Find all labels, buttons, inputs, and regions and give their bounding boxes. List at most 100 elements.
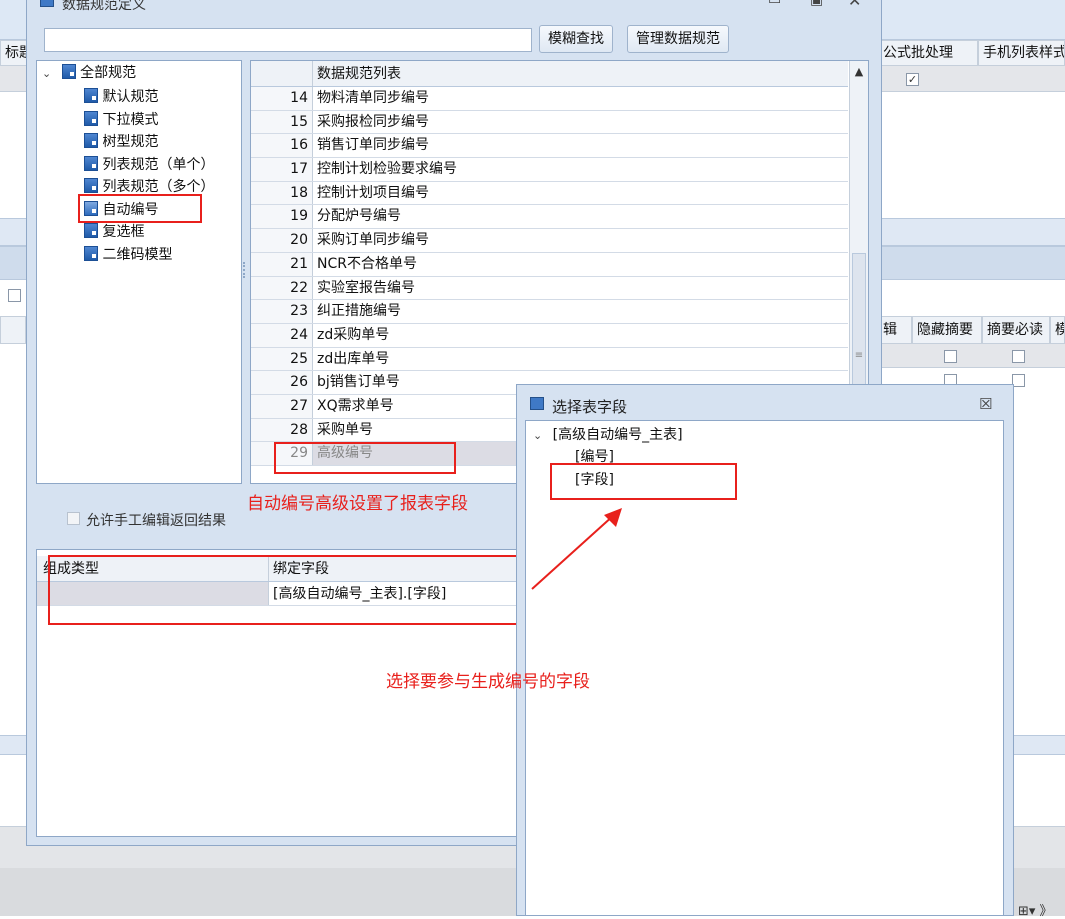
- spec-list-row[interactable]: 25 zd出库单号: [251, 347, 848, 372]
- bg-col-header: [0, 316, 26, 344]
- spec-icon: [84, 110, 98, 126]
- manage-spec-button[interactable]: 管理数据规范: [627, 25, 729, 53]
- spec-name: 销售订单同步编号: [317, 137, 429, 154]
- spec-icon: [84, 223, 98, 238]
- tree-item-tree[interactable]: 树型规范: [84, 131, 214, 154]
- highlight-bind-field: [48, 555, 518, 625]
- row-number: 21: [251, 252, 313, 276]
- spec-name: bj销售订单号: [317, 374, 400, 391]
- tree-item-checkbox[interactable]: 复选框: [84, 221, 214, 244]
- row-number: 24: [251, 323, 313, 347]
- grip-icon: ≡: [854, 350, 864, 361]
- spec-name: 采购报检同步编号: [317, 113, 429, 130]
- popup-app-icon: [530, 397, 544, 410]
- bg-checkbox[interactable]: [1012, 350, 1025, 363]
- row-number: 22: [251, 276, 313, 300]
- search-input[interactable]: [44, 28, 532, 52]
- spec-name: 物料清单同步编号: [317, 90, 429, 106]
- bg-col-header-hide-summary: 隐藏摘要: [912, 316, 982, 344]
- spec-list-row[interactable]: 15 采购报检同步编号: [251, 110, 848, 135]
- annotation-auto-number-note: 自动编号高级设置了报表字段: [247, 494, 468, 514]
- highlight-auto-number: [78, 194, 202, 223]
- arrow-line: [531, 514, 615, 590]
- row-number: 15: [251, 110, 313, 134]
- field-tree-root-label: [高级自动编号_主表]: [552, 427, 683, 443]
- row-number: 25: [251, 347, 313, 371]
- row-number: 20: [251, 229, 313, 252]
- spec-list-row[interactable]: 14 物料清单同步编号: [251, 87, 848, 111]
- row-number: 18: [251, 181, 313, 205]
- tree-root-label: 全部规范: [80, 65, 137, 81]
- highlight-field-item: [550, 463, 737, 500]
- tree-item-default[interactable]: 默认规范: [84, 86, 214, 109]
- bg-col-header-edit: 辑: [878, 316, 912, 344]
- dialog-title: 数据规范定义: [62, 0, 146, 13]
- spec-name: 控制计划检验要求编号: [317, 161, 457, 178]
- bg-statusbar-glyph[interactable]: ⊞▾ 》: [1018, 900, 1053, 919]
- row-number: 23: [251, 300, 313, 323]
- arrow-head: [604, 508, 622, 527]
- chevron-down-icon[interactable]: ⌄: [533, 429, 542, 442]
- field-tree-root[interactable]: ⌄ [高级自动编号_主表]: [533, 424, 683, 447]
- maximize-icon[interactable]: ▣: [810, 0, 823, 8]
- minimize-icon[interactable]: ▭: [768, 0, 781, 8]
- spec-list-row[interactable]: 21 NCR不合格单号: [251, 252, 848, 277]
- fuzzy-search-button[interactable]: 模糊查找: [539, 25, 613, 53]
- spec-list-row[interactable]: 19 分配炉号编号: [251, 205, 848, 230]
- scroll-up-icon[interactable]: ▲: [850, 61, 868, 83]
- bg-checkbox[interactable]: [944, 350, 957, 363]
- spec-name: 实验室报告编号: [317, 279, 415, 296]
- tree-children: 默认规范 下拉模式 树型规范 列表规范（单个） 列表规范（多个） 自动编号 复选…: [84, 86, 214, 266]
- spec-list-row[interactable]: 20 采购订单同步编号: [251, 229, 848, 253]
- spec-list-row[interactable]: 17 控制计划检验要求编号: [251, 158, 848, 182]
- tree-item-dropdown[interactable]: 下拉模式: [84, 109, 214, 132]
- spec-name: NCR不合格单号: [317, 255, 417, 272]
- spec-list-row[interactable]: 23 纠正措施编号: [251, 300, 848, 324]
- spec-name: 采购订单同步编号: [317, 232, 429, 249]
- annotation-arrow: [531, 508, 622, 590]
- tree-item-label: 树型规范: [102, 134, 159, 150]
- spec-icon: [84, 88, 98, 103]
- allow-manual-label: 允许手工编辑返回结果: [86, 513, 226, 529]
- spec-list-row[interactable]: 16 销售订单同步编号: [251, 134, 848, 159]
- row-number: 27: [251, 394, 313, 418]
- spec-list-row[interactable]: 18 控制计划项目编号: [251, 181, 848, 206]
- bg-checkbox[interactable]: ✓: [906, 73, 919, 86]
- tree-item-qrcode[interactable]: 二维码模型: [84, 244, 214, 267]
- tree-item-label: 列表规范（单个）: [102, 156, 215, 173]
- splitter-handle[interactable]: [243, 262, 247, 278]
- spec-name: zd出库单号: [317, 350, 390, 367]
- spec-list-row[interactable]: 22 实验室报告编号: [251, 276, 848, 301]
- row-number-header: [251, 61, 313, 86]
- spec-name: 控制计划项目编号: [317, 184, 429, 201]
- bg-grid-row: [878, 344, 1065, 368]
- annotation-select-field-note: 选择要参与生成编号的字段: [386, 672, 590, 692]
- spec-list-header: 数据规范列表: [251, 61, 848, 87]
- row-number: 17: [251, 158, 313, 181]
- allow-manual-checkbox[interactable]: [67, 512, 80, 525]
- tree-item-label: 默认规范: [102, 89, 159, 105]
- bg-checkbox[interactable]: [8, 289, 21, 302]
- spec-name: 采购单号: [317, 421, 373, 438]
- spec-name: XQ需求单号: [317, 397, 394, 414]
- close-icon[interactable]: ✕: [848, 0, 861, 10]
- spec-icon: [84, 133, 98, 148]
- tree-item-label: 复选框: [102, 224, 145, 240]
- popup-close-icon[interactable]: ☒: [979, 395, 992, 413]
- row-number: 16: [251, 134, 313, 158]
- bg-col-header-formula: 公式批处理: [878, 40, 978, 66]
- spec-list-row[interactable]: 24 zd采购单号: [251, 323, 848, 348]
- tree-root[interactable]: ⌄ 全部规范: [42, 62, 136, 85]
- chevron-down-icon[interactable]: ⌄: [42, 67, 51, 80]
- spec-name: 分配炉号编号: [317, 208, 401, 225]
- tree-item-list-single[interactable]: 列表规范（单个）: [84, 154, 214, 177]
- row-number: 19: [251, 205, 313, 229]
- tree-item-label: 下拉模式: [102, 111, 159, 128]
- spec-name: zd采购单号: [317, 326, 390, 343]
- folder-icon: [61, 64, 76, 79]
- bg-col-header-title: 标题: [0, 40, 28, 66]
- bg-col-header-mobile: 手机列表样式: [978, 40, 1065, 66]
- row-number: 14: [251, 87, 313, 110]
- spec-icon: [84, 245, 98, 261]
- tree-item-label: 列表规范（多个）: [102, 179, 215, 195]
